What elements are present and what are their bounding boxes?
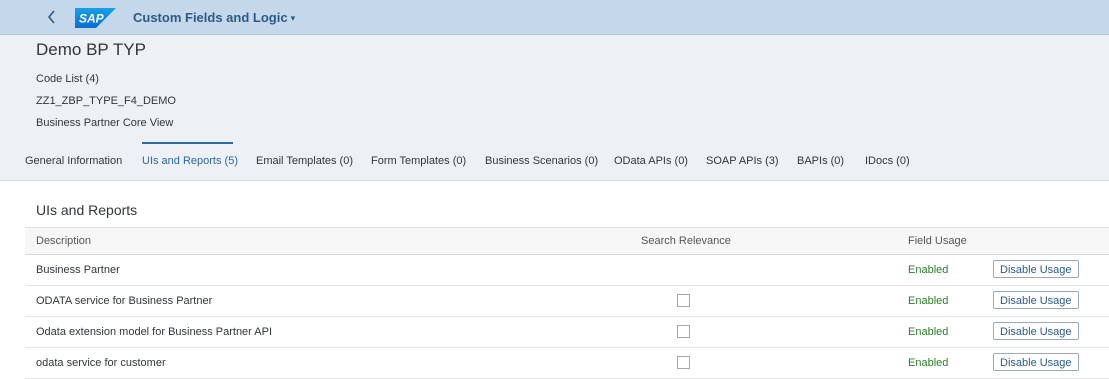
row-description: odata service for customer	[36, 357, 166, 369]
tab-general-information[interactable]: General Information	[25, 155, 122, 167]
chevron-left-icon	[47, 10, 55, 24]
search-relevance-checkbox[interactable]	[677, 325, 690, 338]
tab-bapis[interactable]: BAPIs (0)	[797, 155, 844, 167]
tab-uis-and-reports[interactable]: UIs and Reports (5)	[142, 155, 238, 167]
search-relevance-checkbox[interactable]	[677, 294, 690, 307]
usage-status: Enabled	[908, 295, 949, 307]
column-header-field-usage: Field Usage	[908, 235, 967, 247]
usage-status: Enabled	[908, 326, 949, 338]
row-description: Odata extension model for Business Partn…	[36, 326, 273, 338]
tab-business-scenarios[interactable]: Business Scenarios (0)	[485, 155, 598, 167]
object-header: Demo BP TYP Code List (4) ZZ1_ZBP_TYPE_F…	[0, 35, 1109, 181]
disable-usage-button[interactable]: Disable Usage	[993, 291, 1079, 309]
disable-usage-button[interactable]: Disable Usage	[993, 260, 1079, 278]
tab-bar: General Information UIs and Reports (5) …	[0, 151, 1109, 180]
shell-bar: SAP Custom Fields and Logic ▾	[0, 0, 1109, 35]
usage-status: Enabled	[908, 264, 949, 276]
svg-text:SAP: SAP	[79, 12, 105, 26]
row-description: ODATA service for Business Partner	[36, 295, 213, 307]
section-title: UIs and Reports	[36, 202, 138, 218]
table-row: ODATA service for Business Partner Enabl…	[25, 286, 1109, 317]
header-attribute-identifier: ZZ1_ZBP_TYPE_F4_DEMO	[36, 95, 176, 107]
tab-form-templates[interactable]: Form Templates (0)	[371, 155, 466, 167]
table-row: Business Partner Enabled Disable Usage	[25, 255, 1109, 286]
header-attribute-view: Business Partner Core View	[36, 117, 174, 129]
tab-idocs[interactable]: IDocs (0)	[865, 155, 910, 167]
row-description: Business Partner	[36, 264, 120, 276]
tab-email-templates[interactable]: Email Templates (0)	[256, 155, 353, 167]
app-title-menu[interactable]: Custom Fields and Logic ▾	[133, 10, 295, 25]
table-row: odata service for customer Enabled Disab…	[25, 348, 1109, 379]
search-relevance-checkbox[interactable]	[677, 356, 690, 369]
table-row: Odata extension model for Business Partn…	[25, 317, 1109, 348]
column-header-description: Description	[36, 235, 92, 247]
disable-usage-button[interactable]: Disable Usage	[993, 322, 1079, 340]
caret-down-icon: ▾	[290, 13, 296, 23]
uis-reports-table: Description Search Relevance Field Usage…	[25, 227, 1109, 379]
table-header: Description Search Relevance Field Usage	[25, 227, 1109, 255]
usage-status: Enabled	[908, 357, 949, 369]
app-title: Custom Fields and Logic	[133, 10, 288, 25]
object-title: Demo BP TYP	[36, 40, 146, 59]
sap-logo[interactable]: SAP	[75, 8, 116, 28]
tab-soap-apis[interactable]: SOAP APIs (3)	[706, 155, 779, 167]
back-button[interactable]	[42, 7, 62, 27]
tab-odata-apis[interactable]: OData APIs (0)	[614, 155, 688, 167]
header-attribute-type: Code List (4)	[36, 73, 99, 85]
active-tab-indicator	[142, 142, 233, 144]
disable-usage-button[interactable]: Disable Usage	[993, 353, 1079, 371]
column-header-search-relevance: Search Relevance	[641, 235, 731, 247]
